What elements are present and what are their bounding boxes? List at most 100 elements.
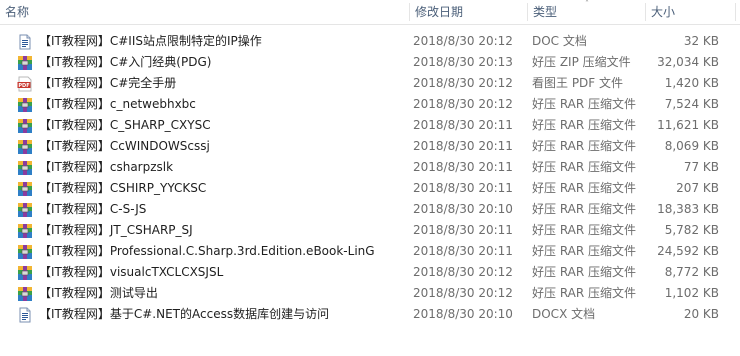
file-type: 好压 RAR 压缩文件 (532, 97, 637, 111)
svg-text:PDF: PDF (18, 83, 29, 89)
file-name: 【IT教程网】Professional.C.Sharp.3rd.Edition.… (39, 244, 375, 258)
file-size: 24,592 KB (657, 244, 719, 258)
file-name: 【IT教程网】C#完全手册 (39, 76, 177, 90)
file-size: 207 KB (676, 181, 719, 195)
file-type: 好压 RAR 压缩文件 (532, 286, 637, 300)
archive-icon (17, 139, 33, 155)
file-type: DOCX 文档 (532, 307, 596, 321)
file-row[interactable]: 【IT教程网】CcWINDOWScssj 2018/8/30 20:11 好压 RA… (0, 136, 740, 157)
file-name-cell[interactable]: 【IT教程网】JT_CSHARP_SJ (17, 220, 407, 241)
archive-icon (17, 265, 33, 281)
file-row[interactable]: 【IT教程网】C#入门经典(PDG) 2018/8/30 20:13 好压 ZIP … (0, 52, 740, 73)
column-header-type[interactable]: ˄ 类型 (528, 0, 646, 24)
file-list: 【IT教程网】C#IIS站点限制特定的IP操作 2018/8/30 20:12 DO… (0, 31, 740, 325)
file-date: 2018/8/30 20:11 (413, 244, 513, 258)
file-name-cell[interactable]: 【IT教程网】c_netwebhxbc (17, 94, 407, 115)
archive-icon (17, 202, 33, 218)
column-header-type-label: 类型 (533, 5, 558, 19)
file-size: 77 KB (683, 160, 719, 174)
sort-up-icon: ˄ (585, 0, 589, 8)
file-type: 看图王 PDF 文件 (532, 76, 624, 90)
file-type: 好压 RAR 压缩文件 (532, 223, 637, 237)
archive-icon (17, 286, 33, 302)
column-header-size-label: 大小 (651, 5, 676, 19)
file-date: 2018/8/30 20:11 (413, 160, 513, 174)
file-type: DOC 文档 (532, 34, 587, 48)
archive-icon (17, 181, 33, 197)
pdf-icon: PDF (17, 76, 33, 92)
doc-icon (17, 34, 33, 50)
file-name: 【IT教程网】visualcTXCLCXSJSL (39, 265, 224, 279)
file-name-cell[interactable]: 【IT教程网】C_SHARP_CXYSC (17, 115, 407, 136)
file-date: 2018/8/30 20:10 (413, 202, 513, 216)
file-type: 好压 ZIP 压缩文件 (532, 55, 631, 69)
archive-icon (17, 223, 33, 239)
file-size: 32,034 KB (657, 55, 719, 69)
file-name: 【IT教程网】C#入门经典(PDG) (39, 55, 212, 69)
file-row[interactable]: 【IT教程网】csharpzslk 2018/8/30 20:11 好压 RAR 压… (0, 157, 740, 178)
column-header-name-label: 名称 (5, 5, 30, 19)
file-type: 好压 RAR 压缩文件 (532, 265, 637, 279)
column-divider[interactable] (735, 3, 736, 21)
file-date: 2018/8/30 20:10 (413, 307, 513, 321)
file-date: 2018/8/30 20:12 (413, 286, 513, 300)
file-row[interactable]: 【IT教程网】CSHIRP_YYCKSC 2018/8/30 20:11 好压 RA… (0, 178, 740, 199)
file-name: 【IT教程网】JT_CSHARP_SJ (39, 223, 193, 237)
file-type: 好压 RAR 压缩文件 (532, 118, 637, 132)
file-size: 20 KB (683, 307, 719, 321)
file-date: 2018/8/30 20:12 (413, 76, 513, 90)
file-name-cell[interactable]: 【IT教程网】csharpzslk (17, 157, 407, 178)
file-name-cell[interactable]: 【IT教程网】CcWINDOWScssj (17, 136, 407, 157)
file-name-cell[interactable]: 【IT教程网】visualcTXCLCXSJSL (17, 262, 407, 283)
file-name: 【IT教程网】c_netwebhxbc (39, 97, 196, 111)
column-header-date-label: 修改日期 (415, 5, 464, 19)
file-name: 【IT教程网】基于C#.NET的Access数据库创建与访问 (39, 307, 330, 321)
file-date: 2018/8/30 20:12 (413, 265, 513, 279)
archive-icon (17, 55, 33, 71)
file-type: 好压 RAR 压缩文件 (532, 202, 637, 216)
file-name-cell[interactable]: 【IT教程网】C-S-JS (17, 199, 407, 220)
file-name: 【IT教程网】CcWINDOWScssj (39, 139, 210, 153)
file-name: 【IT教程网】C-S-JS (39, 202, 147, 216)
column-header-size[interactable]: 大小 (646, 0, 736, 24)
file-row[interactable]: 【IT教程网】JT_CSHARP_SJ 2018/8/30 20:11 好压 RAR… (0, 220, 740, 241)
file-name: 【IT教程网】CSHIRP_YYCKSC (39, 181, 207, 195)
file-row[interactable]: 【IT教程网】Professional.C.Sharp.3rd.Edition.… (0, 241, 740, 262)
file-size: 11,621 KB (657, 118, 719, 132)
archive-icon (17, 244, 33, 260)
file-row[interactable]: 【IT教程网】c_netwebhxbc 2018/8/30 20:12 好压 RAR… (0, 94, 740, 115)
file-name-cell[interactable]: PDF 【IT教程网】C#完全手册 (17, 73, 407, 94)
column-header-date[interactable]: 修改日期 (410, 0, 528, 24)
file-date: 2018/8/30 20:11 (413, 139, 513, 153)
file-row[interactable]: 【IT教程网】C-S-JS 2018/8/30 20:10 好压 RAR 压缩文件 1… (0, 199, 740, 220)
file-size: 8,772 KB (664, 265, 719, 279)
file-type: 好压 RAR 压缩文件 (532, 139, 637, 153)
file-type: 好压 RAR 压缩文件 (532, 244, 637, 258)
file-name: 【IT教程网】csharpzslk (39, 160, 174, 174)
file-size: 8,069 KB (664, 139, 719, 153)
file-name-cell[interactable]: 【IT教程网】CSHIRP_YYCKSC (17, 178, 407, 199)
file-size: 18,383 KB (657, 202, 719, 216)
file-name-cell[interactable]: 【IT教程网】C#IIS站点限制特定的IP操作 (17, 31, 407, 52)
file-row[interactable]: 【IT教程网】基于C#.NET的Access数据库创建与访问 2018/8/30 … (0, 304, 740, 325)
file-row[interactable]: 【IT教程网】visualcTXCLCXSJSL 2018/8/30 20:12 好… (0, 262, 740, 283)
file-size: 1,420 KB (664, 76, 719, 90)
archive-icon (17, 97, 33, 113)
file-date: 2018/8/30 20:11 (413, 118, 513, 132)
file-type: 好压 RAR 压缩文件 (532, 160, 637, 174)
file-name-cell[interactable]: 【IT教程网】测试导出 (17, 283, 407, 304)
column-header-name[interactable]: 名称 (0, 0, 410, 24)
file-row[interactable]: 【IT教程网】C#IIS站点限制特定的IP操作 2018/8/30 20:12 DO… (0, 31, 740, 52)
file-date: 2018/8/30 20:12 (413, 34, 513, 48)
file-row[interactable]: 【IT教程网】测试导出 2018/8/30 20:12 好压 RAR 压缩文件 1,1… (0, 283, 740, 304)
file-row[interactable]: PDF 【IT教程网】C#完全手册 2018/8/30 20:12 看图王 PDF … (0, 73, 740, 94)
file-date: 2018/8/30 20:13 (413, 55, 513, 69)
file-name-cell[interactable]: 【IT教程网】C#入门经典(PDG) (17, 52, 407, 73)
column-header-bar: 名称 修改日期 ˄ 类型 大小 (0, 0, 740, 25)
file-name: 【IT教程网】C#IIS站点限制特定的IP操作 (39, 34, 262, 48)
file-name-cell[interactable]: 【IT教程网】基于C#.NET的Access数据库创建与访问 (17, 304, 407, 325)
file-name: 【IT教程网】C_SHARP_CXYSC (39, 118, 211, 132)
file-row[interactable]: 【IT教程网】C_SHARP_CXYSC 2018/8/30 20:11 好压 RA… (0, 115, 740, 136)
file-size: 7,524 KB (664, 97, 719, 111)
file-name-cell[interactable]: 【IT教程网】Professional.C.Sharp.3rd.Edition.… (17, 241, 407, 262)
